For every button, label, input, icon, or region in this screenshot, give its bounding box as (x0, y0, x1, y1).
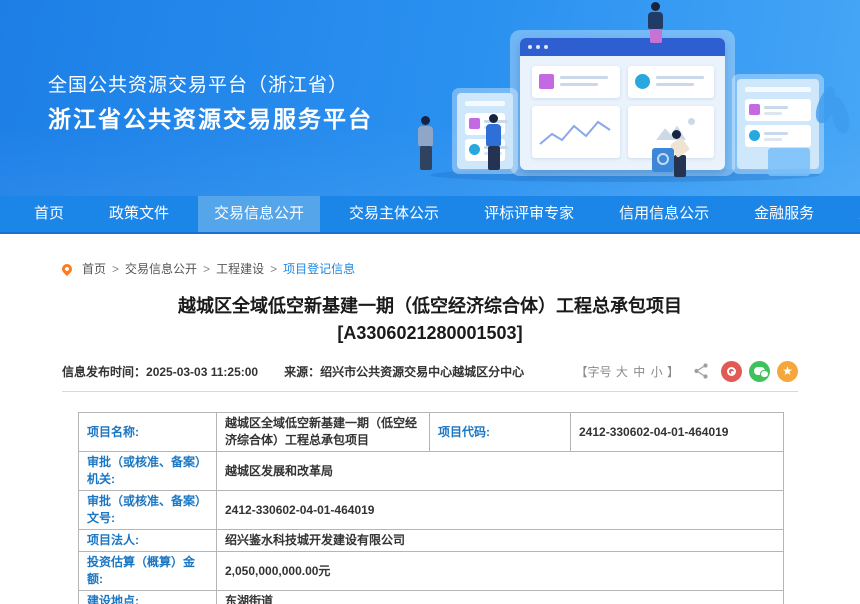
breadcrumb-trade-info[interactable]: 交易信息公开 (125, 260, 197, 277)
main-nav: 首页 政策文件 交易信息公开 交易主体公示 评标评审专家 信用信息公示 金融服务… (0, 196, 860, 234)
breadcrumb-separator: > (270, 262, 277, 276)
table-row: 建设地点: 东湖街道 (79, 591, 784, 604)
nav-item-credit-info-publicity[interactable]: 信用信息公示 (603, 196, 725, 232)
breadcrumb-home[interactable]: 首页 (82, 260, 106, 277)
project-info-table: 项目名称: 越城区全域低空新基建一期（低空经济综合体）工程总承包项目 项目代码:… (78, 412, 784, 604)
source-value: 绍兴市公共资源交易中心越城区分中心 (320, 365, 524, 379)
leaf-decoration (828, 95, 853, 136)
sun-icon (688, 118, 695, 125)
nav-item-home[interactable]: 首页 (18, 196, 80, 232)
breadcrumb-project-registration: 项目登记信息 (283, 260, 355, 277)
breadcrumb-separator: > (112, 262, 119, 276)
font-size-suffix: 】 (667, 365, 679, 379)
table-row: 投资估算（概算）金额: 2,050,000,000.00元 (79, 552, 784, 591)
field-value: 东湖街道 (217, 591, 784, 604)
line-chart-icon (536, 112, 616, 152)
nav-item-evaluation-experts[interactable]: 评标评审专家 (468, 196, 590, 232)
browser-titlebar (520, 38, 725, 56)
nav-item-policy-documents[interactable]: 政策文件 (93, 196, 185, 232)
field-value: 越城区发展和改革局 (217, 452, 784, 491)
person-standing-illustration (486, 114, 501, 170)
field-value: 2412-330602-04-01-464019 (571, 413, 784, 452)
card-purple-square (532, 66, 620, 98)
qzone-share-icon[interactable]: ★ (777, 361, 798, 382)
shield-box-icon (652, 148, 674, 172)
field-label: 审批（或核准、备案）文号: (79, 491, 217, 530)
page-content: 首页 > 交易信息公开 > 工程建设 > 项目登记信息 越城区全域低空新基建一期… (0, 234, 860, 604)
field-label: 投资估算（概算）金额: (79, 552, 217, 591)
page-title-line1: 越城区全域低空新基建一期（低空经济综合体）工程总承包项目 (0, 293, 860, 320)
field-value: 越城区全域低空新基建一期（低空经济综合体）工程总承包项目 (217, 413, 430, 452)
publish-time-label: 信息发布时间： (62, 365, 146, 379)
platform-title-national: 全国公共资源交易平台（浙江省） (48, 70, 348, 97)
table-row: 项目法人: 绍兴鉴水科技城开发建设有限公司 (79, 530, 784, 552)
font-size-control: 【字号 大 中 小 】 (576, 363, 679, 380)
share-icon[interactable] (692, 362, 710, 380)
platform-title-provincial: 浙江省公共资源交易服务平台 (48, 100, 373, 134)
field-label: 项目名称: (79, 413, 217, 452)
page-title-line2: [A3306021280001503] (0, 320, 860, 347)
nav-item-interaction[interactable]: 互动交流 (843, 196, 860, 232)
field-value: 绍兴鉴水科技城开发建设有限公司 (217, 530, 784, 552)
table-row: 审批（或核准、备案）文号: 2412-330602-04-01-464019 (79, 491, 784, 530)
meta-actions: 【字号 大 中 小 】 ★ (576, 361, 798, 382)
blue-cube-illustration (768, 148, 810, 176)
source-label: 来源： (284, 365, 320, 379)
field-label: 项目代码: (430, 413, 571, 452)
hero-banner: 全国公共资源交易平台（浙江省） 浙江省公共资源交易服务平台 (0, 0, 860, 196)
field-label: 建设地点: (79, 591, 217, 604)
person-walking-illustration (418, 116, 433, 170)
weibo-share-icon[interactable] (721, 361, 742, 382)
person-bending-illustration (672, 130, 687, 177)
field-label: 审批（或核准、备案）机关: (79, 452, 217, 491)
hero-illustration (420, 0, 860, 196)
table-row: 项目名称: 越城区全域低空新基建一期（低空经济综合体）工程总承包项目 项目代码:… (79, 413, 784, 452)
field-label: 项目法人: (79, 530, 217, 552)
page-title: 越城区全域低空新基建一期（低空经济综合体）工程总承包项目 [A330602128… (0, 293, 860, 347)
meta-info: 信息发布时间：2025-03-03 11:25:00 来源：绍兴市公共资源交易中心… (62, 363, 524, 380)
meta-bar: 信息发布时间：2025-03-03 11:25:00 来源：绍兴市公共资源交易中心… (62, 359, 798, 383)
field-value: 2412-330602-04-01-464019 (217, 491, 784, 530)
nav-item-trade-info-disclosure[interactable]: 交易信息公开 (198, 196, 320, 232)
font-size-large-button[interactable]: 大 (616, 365, 628, 379)
breadcrumb: 首页 > 交易信息公开 > 工程建设 > 项目登记信息 (0, 234, 860, 277)
font-size-prefix: 【字号 (576, 365, 612, 379)
wechat-share-icon[interactable] (749, 361, 770, 382)
person-sitting-illustration (648, 2, 663, 43)
breadcrumb-separator: > (203, 262, 210, 276)
tablet-left-illustration (452, 88, 518, 174)
location-pin-icon (60, 261, 74, 275)
font-size-small-button[interactable]: 小 (651, 365, 663, 379)
publish-time-value: 2025-03-03 11:25:00 (146, 365, 258, 379)
browser-window-illustration (520, 38, 725, 170)
breadcrumb-engineering[interactable]: 工程建设 (216, 260, 264, 277)
nav-item-trade-subject-publicity[interactable]: 交易主体公示 (333, 196, 455, 232)
card-line-chart (532, 106, 620, 158)
table-row: 审批（或核准、备案）机关: 越城区发展和改革局 (79, 452, 784, 491)
field-value: 2,050,000,000.00元 (217, 552, 784, 591)
nav-item-financial-services[interactable]: 金融服务 (738, 196, 830, 232)
font-size-medium-button[interactable]: 中 (633, 365, 645, 379)
card-blue-circle (628, 66, 714, 98)
content-divider (62, 391, 798, 392)
